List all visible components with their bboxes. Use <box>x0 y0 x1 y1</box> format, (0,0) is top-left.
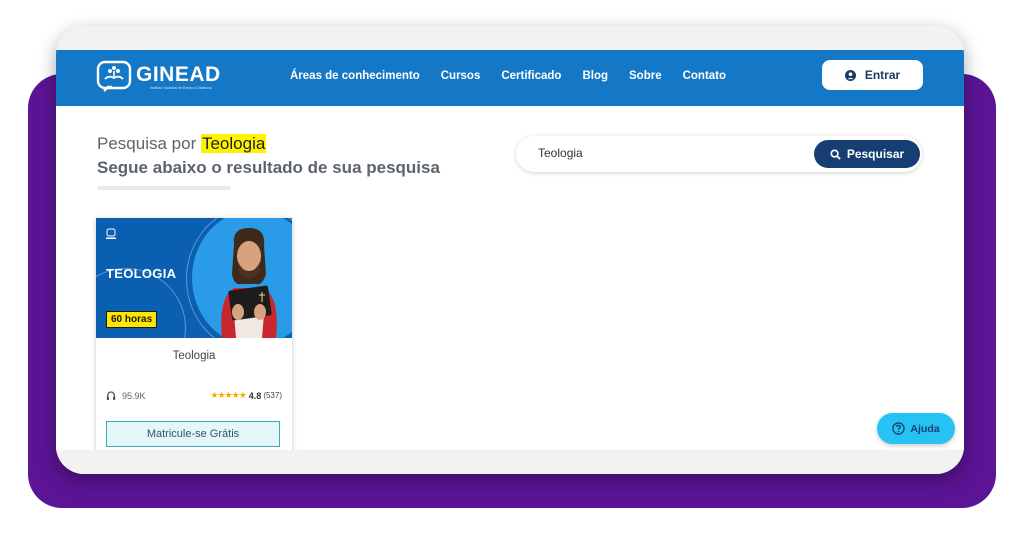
course-title[interactable]: Teologia <box>96 350 292 362</box>
user-icon <box>844 69 856 81</box>
browser-window: GINEAD Instituto Nacional de Ensino a Di… <box>56 26 964 474</box>
views-count: 95.9K <box>106 391 146 401</box>
search-heading-prefix: Pesquisa por <box>97 134 197 153</box>
course-image[interactable]: TEOLOGIA 60 horas <box>96 218 292 338</box>
search-icon <box>830 148 841 160</box>
window-bottom-strip <box>56 450 964 474</box>
headset-icon <box>106 390 116 400</box>
search-input[interactable] <box>538 146 788 160</box>
search-subtitle: Segue abaixo o resultado de sua pesquisa <box>97 158 440 177</box>
course-rating: ★★★★★ 4.8 (537) <box>210 390 282 401</box>
logo-name: GINEAD <box>136 62 221 86</box>
site-logo[interactable]: GINEAD Instituto Nacional de Ensino a Di… <box>96 60 221 94</box>
login-button[interactable]: Entrar <box>822 60 923 90</box>
mini-logo-icon <box>106 228 116 239</box>
main-content: Pesquisa por Teologia Segue abaixo o res… <box>56 106 964 458</box>
nav-cursos[interactable]: Cursos <box>441 70 481 82</box>
course-image-title: TEOLOGIA <box>106 266 177 281</box>
nav-certificado[interactable]: Certificado <box>501 70 561 82</box>
question-icon <box>892 422 906 435</box>
main-nav: Áreas de conhecimento Cursos Certificado… <box>290 70 747 82</box>
help-button[interactable]: Ajuda <box>877 413 955 444</box>
nav-sobre[interactable]: Sobre <box>629 70 662 82</box>
window-top-strip <box>56 26 964 50</box>
nav-contato[interactable]: Contato <box>683 70 726 82</box>
stage: GINEAD Instituto Nacional de Ensino a Di… <box>0 0 1024 536</box>
hours-badge: 60 horas <box>106 311 158 328</box>
help-label: Ajuda <box>910 422 940 435</box>
course-card[interactable]: TEOLOGIA 60 horas Teologia 95.9K ★★★★★ 4… <box>96 218 292 458</box>
rating-count: (537) <box>263 391 282 400</box>
jesus-figure-icon <box>221 228 277 338</box>
logo-tagline: Instituto Nacional de Ensino a Distância <box>150 85 212 90</box>
title-divider <box>97 186 231 190</box>
nav-blog[interactable]: Blog <box>582 70 608 82</box>
search-button-label: Pesquisar <box>846 147 905 161</box>
nav-areas-de-conhecimento[interactable]: Áreas de conhecimento <box>290 70 420 82</box>
logo-book-icon <box>96 60 132 92</box>
enroll-free-button[interactable]: Matricule-se Grátis <box>106 421 280 447</box>
search-term-highlight: Teologia <box>200 134 267 153</box>
login-label: Entrar <box>864 68 901 82</box>
star-rating-icon: ★★★★★ <box>210 390 246 400</box>
search-button[interactable]: Pesquisar <box>814 140 920 168</box>
views-value: 95.9K <box>122 390 146 401</box>
search-heading: Pesquisa por Teologia <box>97 134 267 154</box>
search-bar: Pesquisar <box>516 136 922 172</box>
navbar: GINEAD Instituto Nacional de Ensino a Di… <box>56 50 964 106</box>
rating-value: 4.8 <box>248 390 262 401</box>
course-stats: 95.9K ★★★★★ 4.8 (537) <box>106 390 282 401</box>
